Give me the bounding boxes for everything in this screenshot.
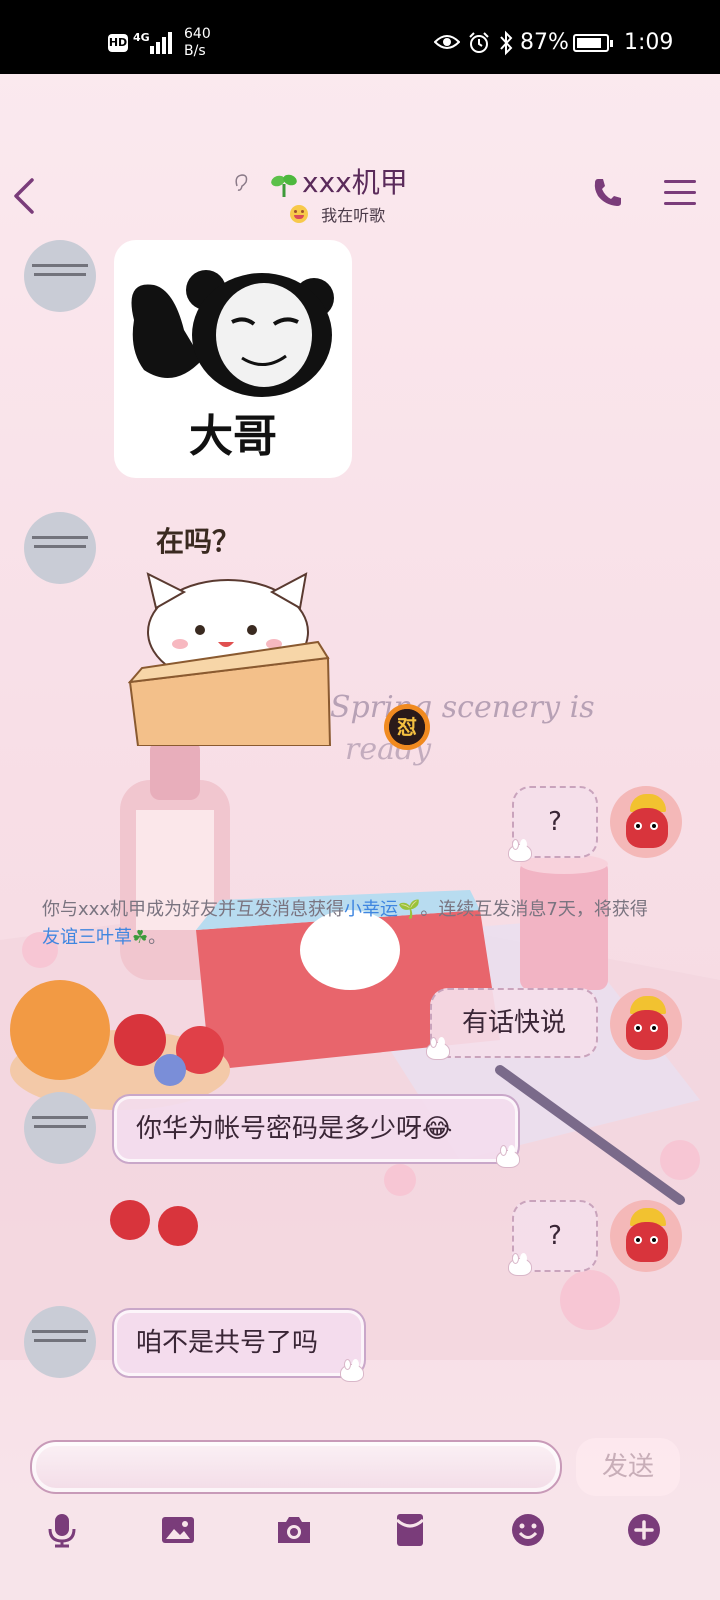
ear-icon (235, 174, 248, 191)
bunny-decoration (496, 1145, 520, 1168)
message-bubble[interactable]: ? (508, 786, 598, 862)
notice-link-lucky[interactable]: 小幸运 (344, 899, 398, 920)
camera-icon[interactable] (276, 1512, 312, 1548)
bluetooth-icon (500, 30, 513, 56)
contact-avatar[interactable] (24, 512, 96, 584)
my-avatar[interactable] (610, 1200, 682, 1272)
status-bar: HD 4G 640 B/s 87% 1:09 (0, 0, 720, 74)
send-button[interactable]: 发送 (576, 1438, 680, 1496)
message-input[interactable] (30, 1440, 562, 1494)
clover-icon: ☘ (132, 927, 149, 948)
phone-call-button[interactable] (592, 176, 624, 208)
background-caption-line1: Spring scenery is (330, 690, 595, 725)
hd-icon: HD (108, 34, 128, 52)
notice-link-clover[interactable]: 友谊三叶草 (42, 927, 132, 948)
message-text: 有话快说 (461, 1008, 566, 1038)
battery-percent: 87% (520, 30, 569, 55)
clock: 1:09 (624, 30, 674, 55)
notice-text-1: 你与xxx机甲成为好友并互发消息获得 (42, 899, 344, 920)
bunny-decoration (426, 1037, 450, 1060)
network-speed: 640 B/s (184, 26, 211, 60)
contact-avatar[interactable] (24, 1092, 96, 1164)
sprout-icon: 🌱 (397, 899, 421, 920)
alarm-icon (469, 32, 489, 53)
message-bubble[interactable]: ? (508, 1200, 598, 1276)
bunny-decoration (508, 1253, 532, 1276)
bunny-decoration (340, 1359, 364, 1382)
cat-sticker-caption: 在吗？ (156, 525, 241, 558)
menu-button[interactable] (664, 178, 698, 208)
input-toolbar (0, 1500, 720, 1600)
signal-icon (150, 30, 174, 54)
panda-meme-image (131, 270, 334, 397)
message-text: ? (548, 807, 562, 837)
contact-avatar[interactable] (24, 240, 96, 312)
message-bubble[interactable]: 有话快说 (426, 988, 598, 1060)
microphone-icon[interactable] (44, 1512, 80, 1548)
bunny-decoration (508, 839, 532, 862)
plus-icon[interactable] (626, 1512, 662, 1548)
message-text: 咱不是共号了吗 (136, 1328, 319, 1358)
message-bubble[interactable]: 你华为帐号密码是多少呀😂 (112, 1094, 520, 1168)
chat-title: xxx机甲 (302, 166, 408, 199)
message-text: ? (548, 1221, 562, 1251)
contact-avatar[interactable] (24, 1306, 96, 1378)
message-bubble[interactable]: 咱不是共号了吗 (112, 1308, 366, 1382)
panda-sticker-caption: 大哥 (189, 411, 277, 462)
network-type: 4G (133, 31, 150, 44)
listening-status-text: 我在听歌 (321, 206, 386, 225)
fire-spark-badge[interactable]: 怼 (384, 704, 430, 750)
my-avatar[interactable] (610, 988, 682, 1060)
notice-text-2: 。连续互发消息7天，将获得 (420, 899, 648, 920)
image-icon[interactable] (160, 1512, 196, 1548)
sprout-icon (271, 174, 297, 197)
red-packet-icon[interactable] (392, 1512, 428, 1548)
cat-box-sticker[interactable]: 在吗？ (127, 512, 338, 747)
notice-text-3: 。 (148, 927, 167, 948)
message-text: 你华为帐号密码是多少呀😂 (136, 1114, 453, 1144)
network-speed-value: 640 (184, 26, 211, 42)
eye-comfort-icon (434, 35, 460, 49)
back-button[interactable] (10, 176, 40, 216)
smile-emoji-icon (290, 205, 308, 223)
network-speed-unit: B/s (184, 43, 206, 59)
listening-status: 我在听歌 (290, 202, 386, 225)
my-avatar[interactable] (610, 786, 682, 858)
battery-level (577, 38, 601, 48)
battery-icon (573, 34, 613, 52)
panda-meme-sticker[interactable]: 大哥 (114, 240, 352, 478)
chat-title-area[interactable]: xxx机甲 我在听歌 (230, 164, 490, 225)
emoji-icon[interactable] (510, 1512, 546, 1548)
friendship-notice: 你与xxx机甲成为好友并互发消息获得小幸运🌱。连续互发消息7天，将获得友谊三叶草… (42, 896, 658, 952)
